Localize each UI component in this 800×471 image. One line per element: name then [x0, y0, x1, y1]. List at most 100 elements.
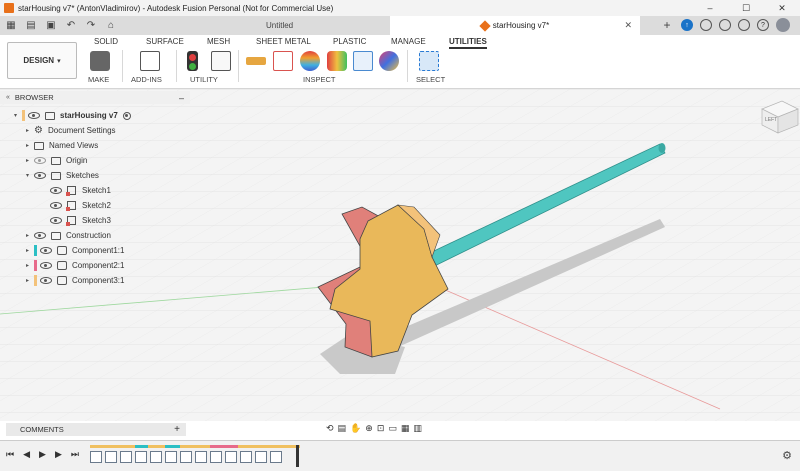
timeline-feature[interactable]	[195, 451, 207, 463]
interference-icon[interactable]	[273, 51, 293, 71]
timeline-feature[interactable]	[105, 451, 117, 463]
display-settings-icon[interactable]: ▭	[388, 423, 397, 434]
visibility-eye-icon[interactable]	[40, 262, 52, 269]
go-to-start-icon[interactable]: ⏮	[6, 449, 14, 460]
tab-solid[interactable]: SOLID	[94, 37, 118, 46]
tree-item-document-settings[interactable]: ▸ ⚙ Document Settings	[26, 123, 116, 138]
collapse-chevron-icon[interactable]: «	[6, 94, 10, 101]
expand-right-icon[interactable]: ▸	[26, 142, 34, 149]
expand-right-icon[interactable]: ▸	[26, 277, 34, 284]
step-back-icon[interactable]: ◀	[23, 449, 30, 460]
expand-right-icon[interactable]: ▸	[26, 262, 34, 269]
zebra-analysis-icon[interactable]	[300, 51, 320, 71]
expand-right-icon[interactable]: ▸	[26, 127, 34, 134]
tab-starhousing[interactable]: starHousing v7* ✕	[390, 16, 640, 35]
browser-minimize-icon[interactable]: –	[179, 93, 184, 103]
visibility-eye-icon[interactable]	[50, 202, 62, 209]
help-icon[interactable]: ?	[757, 19, 769, 31]
expand-right-icon[interactable]: ▸	[26, 232, 34, 239]
group-inspect[interactable]: INSPECT	[303, 75, 336, 84]
tab-sheet-metal[interactable]: SHEET METAL	[256, 37, 311, 46]
timeline-feature[interactable]	[180, 451, 192, 463]
orbit-icon[interactable]: ⟲	[326, 423, 334, 434]
expand-right-icon[interactable]: ▸	[26, 247, 34, 254]
play-icon[interactable]: ▶	[39, 449, 46, 460]
timeline-feature[interactable]	[240, 451, 252, 463]
tree-item-construction[interactable]: ▸ Construction	[26, 228, 111, 243]
tree-item-origin[interactable]: ▸ Origin	[26, 153, 87, 168]
timeline-feature[interactable]	[150, 451, 162, 463]
tree-item-named-views[interactable]: ▸ Named Views	[26, 138, 98, 153]
save-icon[interactable]: ▣	[44, 19, 58, 33]
tree-item-sketches[interactable]: ▾ Sketches	[26, 168, 99, 183]
tree-item-sketch3[interactable]: Sketch3	[50, 213, 111, 228]
add-comment-icon[interactable]: +	[174, 424, 180, 435]
visibility-eye-icon[interactable]	[34, 172, 46, 179]
tree-root[interactable]: ▾ starHousing v7	[14, 108, 131, 123]
group-utility[interactable]: UTILITY	[190, 75, 218, 84]
measure-icon[interactable]	[246, 57, 266, 65]
expand-right-icon[interactable]: ▸	[26, 157, 34, 164]
scripts-addins-icon[interactable]	[140, 51, 160, 71]
browser-panel-header[interactable]: « BROWSER –	[0, 91, 190, 104]
undo-icon[interactable]: ↶	[64, 19, 78, 33]
visibility-eye-icon[interactable]	[34, 232, 46, 239]
display-component-colors-icon[interactable]	[379, 51, 399, 71]
timeline-feature[interactable]	[210, 451, 222, 463]
visibility-eye-icon[interactable]	[50, 187, 62, 194]
visibility-eye-icon[interactable]	[40, 247, 52, 254]
tab-untitled[interactable]: Untitled	[238, 16, 388, 35]
close-window-button[interactable]: ✕	[764, 0, 800, 16]
viewports-icon[interactable]: ▥	[413, 423, 422, 434]
tree-item-sketch1[interactable]: Sketch1	[50, 183, 111, 198]
fit-icon[interactable]: ⊡	[377, 423, 385, 434]
timeline-settings-gear-icon[interactable]: ⚙	[782, 449, 792, 462]
activity-icon[interactable]	[719, 19, 731, 31]
timeline-feature[interactable]	[165, 451, 177, 463]
new-tab-icon[interactable]: +	[660, 18, 674, 32]
timeline-feature[interactable]	[135, 451, 147, 463]
notification-icon[interactable]: ↑	[681, 19, 693, 31]
comments-panel-header[interactable]: COMMENTS +	[6, 423, 186, 436]
tree-item-sketch2[interactable]: Sketch2	[50, 198, 111, 213]
tree-item-component3[interactable]: ▸ Component3:1	[26, 273, 124, 288]
close-tab-icon[interactable]: ✕	[624, 20, 632, 31]
select-cursor-icon[interactable]	[419, 51, 439, 71]
group-add-ins[interactable]: ADD-INS	[131, 75, 162, 84]
go-to-end-icon[interactable]: ⏭	[71, 449, 79, 460]
group-select[interactable]: SELECT	[416, 75, 445, 84]
visibility-eye-icon[interactable]	[28, 112, 40, 119]
activate-radio-icon[interactable]	[122, 111, 131, 120]
timeline-marker[interactable]	[296, 445, 299, 467]
tab-utilities[interactable]: UTILITIES	[449, 37, 487, 49]
visibility-eye-icon[interactable]	[50, 217, 62, 224]
tab-surface[interactable]: SURFACE	[146, 37, 184, 46]
tab-mesh[interactable]: MESH	[207, 37, 230, 46]
expand-down-icon[interactable]: ▾	[14, 112, 22, 119]
minimize-button[interactable]: –	[692, 0, 728, 16]
hidden-eye-icon[interactable]	[34, 157, 46, 164]
traffic-light-icon[interactable]	[187, 51, 198, 71]
draft-analysis-icon[interactable]	[327, 51, 347, 71]
home-icon[interactable]: ⌂	[104, 19, 118, 33]
maximize-button[interactable]: ☐	[728, 0, 764, 16]
timeline-feature[interactable]	[225, 451, 237, 463]
zoom-icon[interactable]: ⊕	[365, 423, 373, 434]
section-analysis-icon[interactable]	[353, 51, 373, 71]
visibility-eye-icon[interactable]	[40, 277, 52, 284]
look-at-icon[interactable]: ▤	[338, 423, 347, 434]
make-3d-print-icon[interactable]	[90, 51, 110, 71]
user-avatar[interactable]	[776, 18, 790, 32]
timeline-feature[interactable]	[270, 451, 282, 463]
expand-down-icon[interactable]: ▾	[26, 172, 34, 179]
job-status-icon[interactable]	[700, 19, 712, 31]
community-icon[interactable]	[738, 19, 750, 31]
change-parameters-icon[interactable]	[211, 51, 231, 71]
grid-settings-icon[interactable]: ▦	[401, 423, 410, 434]
pan-hand-icon[interactable]: ✋	[350, 423, 361, 434]
grid-apps-icon[interactable]: ▦	[4, 19, 18, 33]
timeline-feature[interactable]	[255, 451, 267, 463]
file-menu-icon[interactable]: ▤	[24, 19, 38, 33]
redo-icon[interactable]: ↷	[84, 19, 98, 33]
timeline-feature[interactable]	[120, 451, 132, 463]
